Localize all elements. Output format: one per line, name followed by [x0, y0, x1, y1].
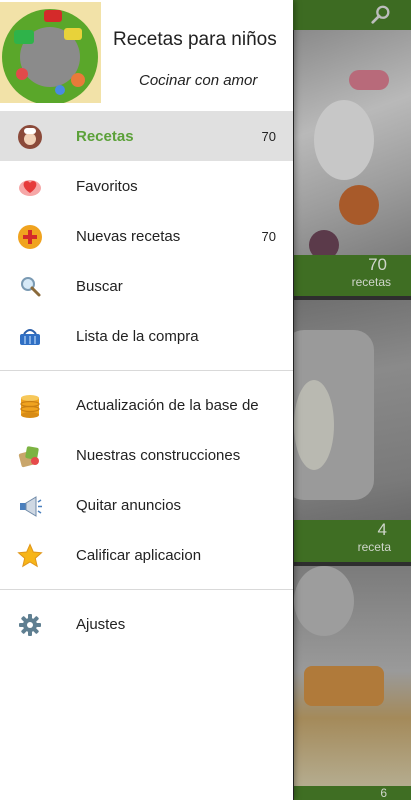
menu-item-recetas[interactable]: Recetas 70 — [0, 111, 293, 161]
menu-item-label: Nuevas recetas — [76, 227, 181, 245]
menu-item-label: Favoritos — [76, 177, 138, 195]
menu-item-buscar[interactable]: Buscar — [0, 261, 293, 311]
category-count: 70 — [368, 255, 387, 274]
menu-item-calificar[interactable]: Calificar aplicacion — [0, 530, 293, 580]
app-title: Recetas para niños — [113, 29, 277, 50]
category-count: 6 — [380, 786, 387, 800]
menu-item-nuevas-recetas[interactable]: Nuevas recetas 70 — [0, 211, 293, 261]
drawer-header: Recetas para niños Cocinar con amor — [0, 0, 293, 106]
category-count-badge: 6 — [294, 786, 411, 800]
recipe-category-card[interactable] — [294, 566, 411, 800]
menu-item-ajustes[interactable]: Ajustes — [0, 599, 293, 649]
menu-item-label: Recetas — [76, 127, 134, 145]
menu-item-label: Buscar — [76, 277, 123, 295]
menu-item-label: Nuestras construcciones — [76, 446, 241, 464]
menu-item-lista-compra[interactable]: Lista de la compra — [0, 311, 293, 361]
menu-item-label: Actualización de la base de — [76, 396, 259, 414]
apps-icon — [17, 443, 43, 469]
search-icon — [17, 274, 43, 300]
menu-item-label: Quitar anuncios — [76, 496, 182, 514]
plus-circle-icon — [17, 224, 43, 250]
heart-icon — [17, 174, 43, 200]
menu-item-actualizacion[interactable]: Actualización de la base de — [0, 380, 293, 430]
app-subtitle: Cocinar con amor — [139, 72, 258, 89]
megaphone-icon — [17, 493, 43, 519]
menu-divider — [0, 370, 293, 371]
menu-item-quitar-anuncios[interactable]: Quitar anuncios — [0, 480, 293, 530]
database-icon — [17, 393, 43, 419]
search-icon[interactable] — [370, 4, 392, 26]
menu-item-count: 70 — [261, 128, 276, 144]
category-count-badge: 4 receta — [294, 520, 411, 562]
menu-item-label: Calificar aplicacion — [76, 546, 202, 564]
gear-icon — [17, 612, 43, 638]
category-unit: receta — [357, 540, 391, 554]
navigation-drawer: Recetas para niños Cocinar con amor Rece… — [0, 0, 293, 800]
menu-item-count: 70 — [261, 228, 276, 244]
menu-item-favoritos[interactable]: Favoritos — [0, 161, 293, 211]
app-logo-image — [0, 2, 101, 103]
menu-item-label: Lista de la compra — [76, 327, 199, 345]
star-icon — [17, 543, 43, 569]
category-count-badge: 70 recetas — [294, 255, 411, 296]
category-count: 4 — [377, 520, 387, 539]
menu-item-construcciones[interactable]: Nuestras construcciones — [0, 430, 293, 480]
chef-avatar-icon — [17, 124, 43, 150]
basket-icon — [17, 324, 43, 350]
category-unit: recetas — [351, 275, 391, 289]
menu-item-label: Ajustes — [76, 615, 126, 633]
menu-divider — [0, 589, 293, 590]
